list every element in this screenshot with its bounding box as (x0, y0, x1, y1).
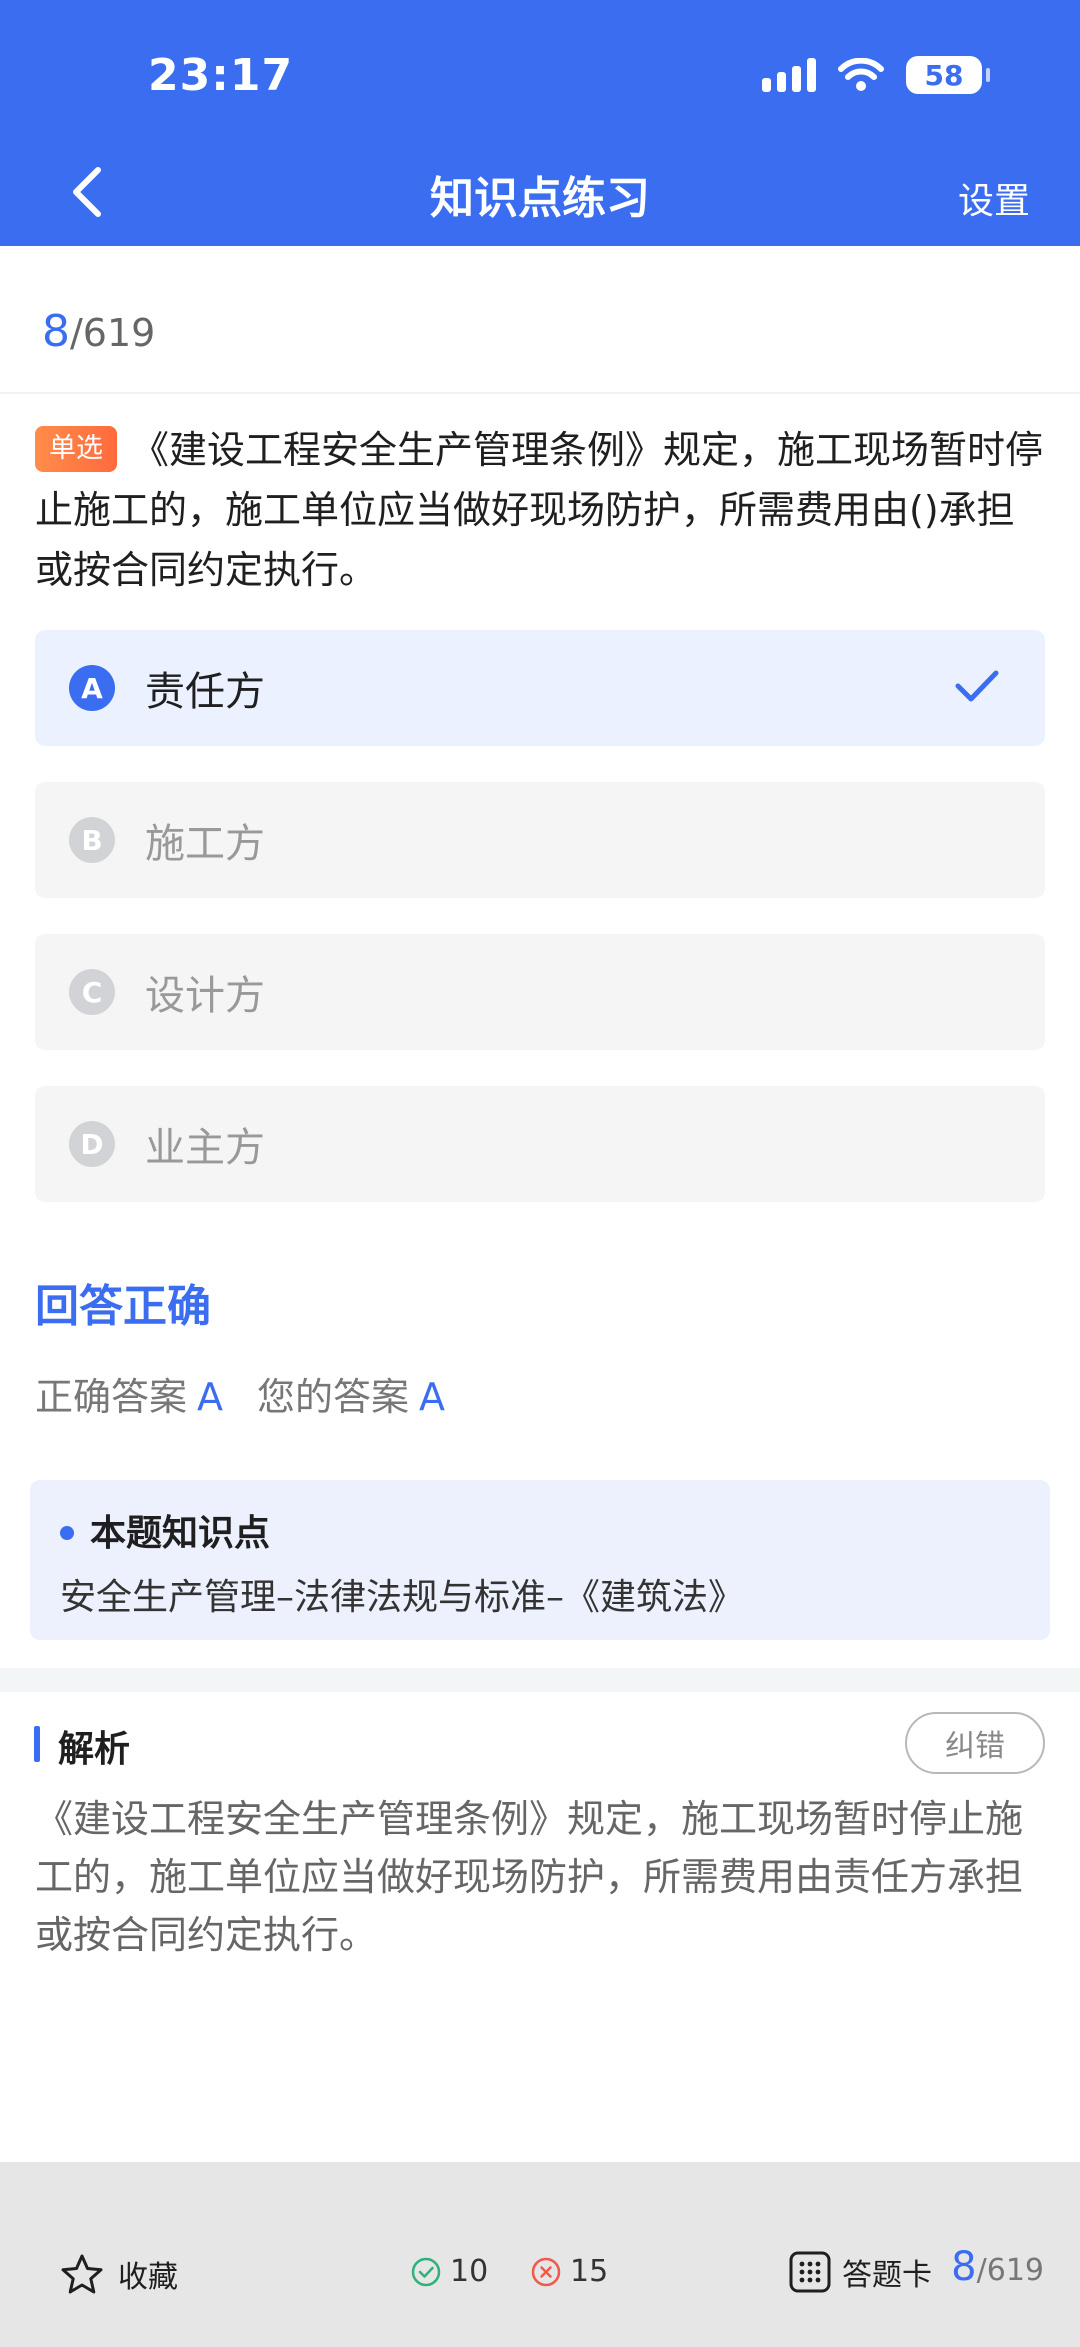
correct-answer-value: A (197, 1375, 224, 1419)
check-icon (955, 670, 999, 702)
settings-button[interactable]: 设置 (958, 172, 1030, 224)
correct-circle-icon (411, 2257, 441, 2286)
answer-card-label: 答题卡 (842, 2258, 932, 2293)
wifi-icon (838, 58, 884, 91)
your-answer-value: A (419, 1375, 446, 1419)
wrong-count-value: 15 (570, 2254, 609, 2289)
analysis-accent-bar (34, 1726, 40, 1762)
option-d[interactable]: D 业主方 (35, 1086, 1045, 1202)
question-progress: 8/619 (42, 306, 155, 357)
header: 23:17 58 知识点练习 设置 (0, 0, 1080, 246)
progress-total: /619 (70, 311, 156, 355)
bullet-dot (60, 1526, 74, 1540)
correct-count-value: 10 (450, 2254, 489, 2289)
bottom-progress-total: /619 (976, 2253, 1044, 2288)
option-text: 施工方 (145, 821, 265, 867)
question-text: 《建设工程安全生产管理条例》规定，施工现场暂时停止施工的，施工单位应当做好现场防… (35, 428, 1044, 592)
wrong-count: 15 (530, 2254, 608, 2289)
section-divider (0, 1668, 1080, 1692)
analysis-title: 解析 (58, 1729, 131, 1770)
wrong-circle-icon (531, 2257, 561, 2286)
option-b[interactable]: B 施工方 (35, 782, 1045, 898)
status-icons: 58 (762, 56, 990, 94)
option-text: 设计方 (145, 973, 265, 1019)
option-letter: D (69, 1121, 115, 1167)
divider (0, 392, 1080, 394)
your-answer-label: 您的答案 (257, 1375, 410, 1419)
answer-card-button[interactable]: 答题卡 (788, 2250, 932, 2294)
option-text: 业主方 (145, 1125, 265, 1171)
option-text: 责任方 (145, 669, 265, 715)
grid-icon (789, 2251, 831, 2293)
favorite-button[interactable]: 收藏 (60, 2252, 178, 2296)
correct-answer-label: 正确答案 (35, 1375, 188, 1419)
bottom-bar: 收藏 10 15 答题卡 8/619 (0, 2162, 1080, 2347)
star-icon (61, 2254, 103, 2294)
status-time: 23:17 (148, 50, 294, 101)
question-type-tag: 单选 (35, 426, 117, 472)
question-stem: 单选 《建设工程安全生产管理条例》规定，施工现场暂时停止施工的，施工单位应当做好现… (35, 420, 1045, 600)
option-c[interactable]: C 设计方 (35, 934, 1045, 1050)
knowledge-content: 安全生产管理–法律法规与标准–《建筑法》 (60, 1577, 745, 1618)
option-letter: A (69, 665, 115, 711)
report-error-button[interactable]: 纠错 (905, 1712, 1045, 1774)
favorite-label: 收藏 (118, 2260, 178, 2295)
signal-icon (762, 58, 816, 92)
knowledge-title: 本题知识点 (90, 1513, 271, 1554)
bottom-progress-current: 8 (951, 2244, 977, 2290)
progress-current: 8 (42, 306, 70, 357)
option-a[interactable]: A 责任方 (35, 630, 1045, 746)
page-title: 知识点练习 (430, 173, 650, 224)
answer-summary: 正确答案 A 您的答案 A (35, 1366, 445, 1421)
option-letter: C (69, 969, 115, 1015)
option-letter: B (69, 817, 115, 863)
result-title: 回答正确 (35, 1281, 211, 1332)
battery-icon: 58 (906, 56, 990, 94)
analysis-content: 《建设工程安全生产管理条例》规定，施工现场暂时停止施工的，施工单位应当做好现场防… (35, 1797, 1024, 1957)
knowledge-point-box: 本题知识点 安全生产管理–法律法规与标准–《建筑法》 (30, 1480, 1050, 1640)
correct-count: 10 (410, 2254, 488, 2289)
bottom-progress: 8/619 (951, 2244, 1044, 2290)
